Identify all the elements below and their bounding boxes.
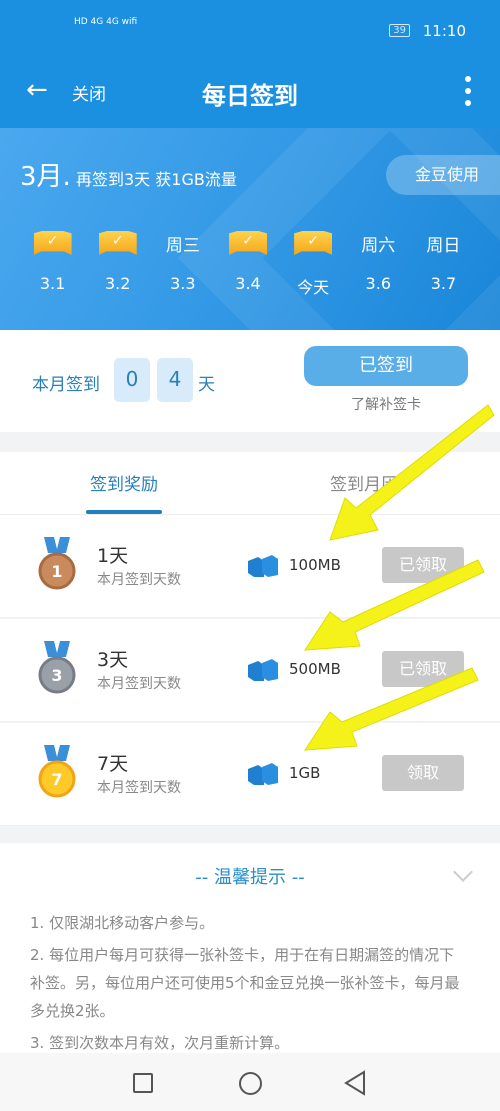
claim-button[interactable]: 已领取 xyxy=(382,651,464,687)
page-title: 每日签到 xyxy=(202,82,298,110)
reward-subtitle: 本月签到天数 xyxy=(97,676,181,692)
data-package-icon xyxy=(248,659,278,681)
checkin-summary: 本月签到 0 4 天 已签到 了解补签卡 xyxy=(0,330,500,432)
reward-amount: 100MB xyxy=(289,556,341,574)
reward-message: 再签到3天 获1GB流量 xyxy=(76,170,237,189)
check-icon: ✓ xyxy=(98,231,137,255)
reward-row: 3 3天 本月签到天数 500MB 已领取 xyxy=(0,619,500,722)
tab-rewards[interactable]: 签到奖励 xyxy=(86,470,162,514)
tips-title: -- 温馨提示 -- xyxy=(195,867,305,888)
app-top: HD 4G 4G wifi 39 11:10 ← 关闭 每日签到 xyxy=(0,0,500,128)
weekday-label: 周六 xyxy=(361,235,396,256)
count-digit: 4 xyxy=(157,358,193,402)
signed-badge-icon: ✓ xyxy=(281,226,346,260)
clock: 11:10 xyxy=(422,22,466,40)
day-cell: 周六 3.6 xyxy=(346,226,411,298)
day-cell: ✓ 3.2 xyxy=(85,226,150,298)
medal-icon: 3 xyxy=(38,641,76,694)
day-date: 3.1 xyxy=(39,274,66,293)
reward-row: 7 7天 本月签到天数 1GB 领取 xyxy=(0,723,500,826)
tabs: 签到奖励 签到月历 xyxy=(0,452,500,515)
medal-number: 7 xyxy=(51,770,62,789)
day-cell: 周日 3.7 xyxy=(411,226,476,298)
gold-bean-button[interactable]: 金豆使用 xyxy=(386,155,500,195)
reward-subtitle: 本月签到天数 xyxy=(97,780,181,796)
data-package-icon xyxy=(248,763,278,785)
tip-item: 2. 每位用户每月可获得一张补签卡，用于在有日期漏签的情况下补签。另，每位用户还… xyxy=(30,946,460,1020)
count-unit: 天 xyxy=(198,375,215,395)
checkin-count-label: 本月签到 xyxy=(32,375,100,395)
check-icon: ✓ xyxy=(294,231,333,255)
system-nav-bar xyxy=(0,1053,500,1111)
day-date: 3.3 xyxy=(170,274,196,293)
day-date: 今天 xyxy=(297,278,330,297)
tip-item: 1. 仅限湖北移动客户参与。 xyxy=(30,914,215,932)
battery-icon: 39 xyxy=(389,24,410,37)
signed-button[interactable]: 已签到 xyxy=(304,346,468,386)
weekday-label: 周日 xyxy=(426,235,461,256)
reward-subtitle: 本月签到天数 xyxy=(97,572,181,588)
week-days: ✓ 3.1 ✓ 3.2 周三 3.3 ✓ 3.4 ✓ 今天 周六 3.6 周日 3.7 xyxy=(20,226,476,298)
medal-icon: 1 xyxy=(38,537,76,590)
claim-button[interactable]: 已领取 xyxy=(382,547,464,583)
learn-makeup-card-link[interactable]: 了解补签卡 xyxy=(304,394,468,414)
reward-amount: 500MB xyxy=(289,660,341,678)
day-cell: 周三 3.3 xyxy=(150,226,215,298)
medal-number: 3 xyxy=(51,666,62,685)
more-vertical-icon[interactable] xyxy=(464,76,472,106)
day-date: 3.4 xyxy=(235,274,261,293)
checkin-banner: 3月. 再签到3天 获1GB流量 金豆使用 ✓ 3.1 ✓ 3.2 周三 3.3 ✓ 3.4 ✓… xyxy=(0,128,500,330)
signed-badge-icon: ✓ xyxy=(20,226,85,260)
day-cell: ✓ 今天 xyxy=(281,226,346,298)
day-date: 3.6 xyxy=(365,274,391,293)
tab-calendar[interactable]: 签到月历 xyxy=(330,470,398,495)
claim-button[interactable]: 领取 xyxy=(382,755,464,791)
home-icon[interactable] xyxy=(239,1072,262,1095)
tips-section: -- 温馨提示 -- 1. 仅限湖北移动客户参与。 2. 每位用户每月可获得一张… xyxy=(0,843,500,1053)
day-cell: ✓ 3.4 xyxy=(215,226,280,298)
signed-badge-icon: ✓ xyxy=(85,226,150,260)
recent-apps-icon[interactable] xyxy=(133,1073,153,1093)
data-package-icon xyxy=(248,555,278,577)
month-label: 3月. xyxy=(20,162,71,192)
count-digit: 0 xyxy=(114,358,150,402)
back-triangle-icon[interactable] xyxy=(344,1070,366,1096)
reward-row: 1 1天 本月签到天数 100MB 已领取 xyxy=(0,515,500,618)
reward-amount: 1GB xyxy=(289,764,321,782)
reward-days: 3天 xyxy=(97,649,129,671)
day-date: 3.7 xyxy=(430,274,457,293)
reward-days: 7天 xyxy=(97,753,129,775)
signal-icon: HD 4G 4G wifi xyxy=(74,17,138,27)
check-icon: ✓ xyxy=(228,231,267,255)
tips-list: 1. 仅限湖北移动客户参与。 2. 每位用户每月可获得一张补签卡，用于在有日期漏… xyxy=(30,909,466,1061)
medal-icon: 7 xyxy=(38,745,76,798)
reward-days: 1天 xyxy=(97,545,129,567)
check-icon: ✓ xyxy=(33,231,72,255)
day-cell: ✓ 3.1 xyxy=(20,226,85,298)
signed-badge-icon: ✓ xyxy=(215,226,280,260)
weekday-label: 周三 xyxy=(165,235,200,256)
day-date: 3.2 xyxy=(104,274,131,293)
medal-number: 1 xyxy=(51,562,62,581)
status-bar: HD 4G 4G wifi 39 11:10 xyxy=(74,14,470,50)
